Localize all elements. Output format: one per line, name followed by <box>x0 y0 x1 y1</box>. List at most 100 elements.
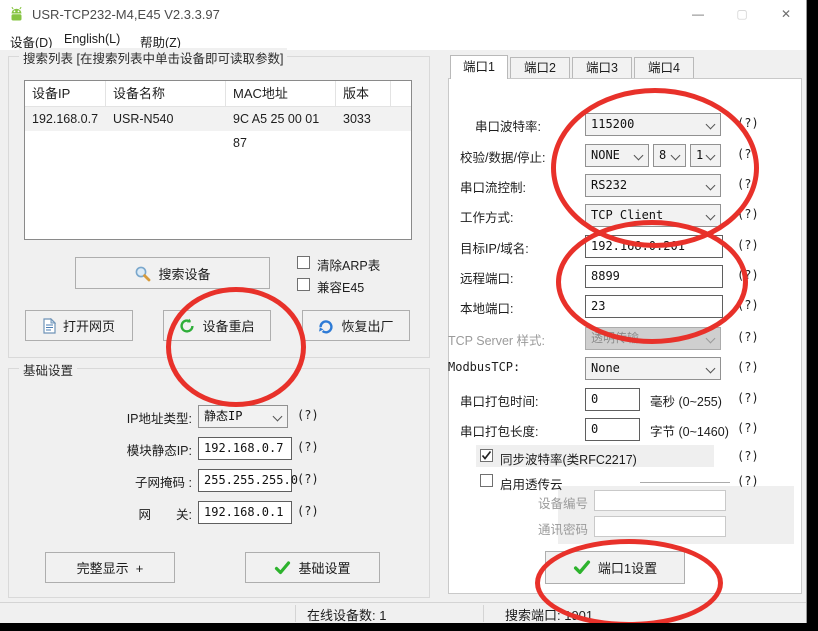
pack-length-unit: 字节 (0~1460) <box>650 421 729 440</box>
device-id-input <box>594 490 726 511</box>
tab-port3[interactable]: 端口3 <box>572 57 632 79</box>
full-display-button[interactable]: 完整显示 + <box>45 552 175 583</box>
local-port-help[interactable]: (?) <box>737 298 759 312</box>
port1-settings-label: 端口1设置 <box>598 558 657 577</box>
ip-type-help[interactable]: (?) <box>297 408 319 422</box>
flow-control-select[interactable]: RS232 <box>585 174 721 197</box>
data-bits-select[interactable]: 8 <box>653 144 686 167</box>
basic-settings-apply-button[interactable]: 基础设置 <box>245 552 380 583</box>
static-ip-help[interactable]: (?) <box>297 440 319 454</box>
sync-baud-help[interactable]: (?) <box>737 449 759 463</box>
document-icon <box>43 318 56 334</box>
flow-control-help[interactable]: (?) <box>737 177 759 191</box>
pack-time-input[interactable]: 0 <box>585 388 640 411</box>
open-webpage-label: 打开网页 <box>63 316 115 335</box>
statusbar-divider <box>483 605 484 622</box>
statusbar-divider <box>295 605 296 622</box>
remote-port-input[interactable]: 8899 <box>585 265 723 288</box>
chevron-down-icon <box>706 151 716 161</box>
subnet-mask-label: 子网掩码 : <box>112 472 192 491</box>
tcp-server-style-select: 透明传输 <box>585 327 721 350</box>
check-icon <box>573 559 591 576</box>
app-logo-icon <box>8 6 25 27</box>
maximize-button: ▢ <box>725 0 759 28</box>
gateway-help[interactable]: (?) <box>297 504 319 518</box>
device-table[interactable]: 设备IP 设备名称 MAC地址 版本 192.168.0.7 USR-N540 … <box>24 80 412 240</box>
work-mode-help[interactable]: (?) <box>737 207 759 221</box>
tcp-server-style-help[interactable]: (?) <box>737 330 759 344</box>
cell-device-ip: 192.168.0.7 <box>25 107 106 131</box>
ip-type-select[interactable]: 静态IP <box>198 405 288 428</box>
parity-select[interactable]: NONE <box>585 144 649 167</box>
cloud-enable-label: 启用透传云 <box>500 474 563 493</box>
search-icon <box>134 265 151 282</box>
basic-settings-apply-label: 基础设置 <box>298 558 350 577</box>
cloud-group-line <box>640 482 730 483</box>
cell-mac: 9C A5 25 00 01 87 <box>226 107 336 131</box>
modbus-tcp-select[interactable]: None <box>585 357 721 380</box>
static-ip-input[interactable]: 192.168.0.7 <box>198 437 292 460</box>
subnet-mask-input[interactable]: 255.255.255.0 <box>198 469 292 492</box>
menu-english[interactable]: English(L) <box>60 31 124 47</box>
col-mac[interactable]: MAC地址 <box>226 81 336 106</box>
search-list-group-title: 搜索列表 [在搜索列表中单击设备即可读取参数] <box>19 48 287 67</box>
remote-port-help[interactable]: (?) <box>737 268 759 282</box>
col-version[interactable]: 版本 <box>336 81 391 106</box>
e45-compat-checkbox[interactable] <box>297 278 310 291</box>
pack-time-help[interactable]: (?) <box>737 391 759 405</box>
search-device-button[interactable]: 搜索设备 <box>75 257 270 289</box>
local-port-input[interactable]: 23 <box>585 295 723 318</box>
local-port-label: 本地端口: <box>460 298 513 317</box>
clear-arp-checkbox[interactable] <box>297 256 310 269</box>
sync-baud-checkbox[interactable] <box>480 449 493 462</box>
baud-rate-help[interactable]: (?) <box>737 116 759 130</box>
factory-reset-button[interactable]: 恢复出厂 <box>302 310 410 341</box>
tab-port1[interactable]: 端口1 <box>450 55 508 79</box>
titlebar: USR-TCP232-M4,E45 V2.3.3.97 — ▢ ✕ <box>0 0 806 28</box>
dest-ip-help[interactable]: (?) <box>737 238 759 252</box>
pack-length-input[interactable]: 0 <box>585 418 640 441</box>
tab-port2[interactable]: 端口2 <box>510 57 570 79</box>
cell-device-name: USR-N540 <box>106 107 226 131</box>
minimize-button[interactable]: — <box>681 0 715 28</box>
cell-version: 3033 <box>336 107 391 131</box>
work-mode-select[interactable]: TCP Client <box>585 204 721 227</box>
col-device-name[interactable]: 设备名称 <box>106 81 226 106</box>
flow-control-label: 串口流控制: <box>460 177 526 196</box>
remote-port-label: 远程端口: <box>460 268 513 287</box>
device-restart-label: 设备重启 <box>202 316 254 335</box>
open-webpage-button[interactable]: 打开网页 <box>25 310 133 341</box>
cloud-enable-help[interactable]: (?) <box>737 474 759 488</box>
search-device-label: 搜索设备 <box>158 264 210 283</box>
subnet-mask-help[interactable]: (?) <box>297 472 319 486</box>
pack-length-help[interactable]: (?) <box>737 421 759 435</box>
pack-length-label: 串口打包长度: <box>460 421 538 440</box>
factory-reset-icon <box>318 318 334 334</box>
port1-settings-button[interactable]: 端口1设置 <box>545 551 685 584</box>
col-device-ip[interactable]: 设备IP <box>25 81 106 106</box>
dest-ip-input[interactable]: 192.168.0.201 <box>585 235 723 258</box>
parity-help[interactable]: (?) <box>737 147 759 161</box>
gateway-input[interactable]: 192.168.0.1 <box>198 501 292 524</box>
device-restart-button[interactable]: 设备重启 <box>163 310 271 341</box>
chevron-down-icon <box>706 211 716 221</box>
e45-compat-label: 兼容E45 <box>317 277 364 296</box>
table-row[interactable]: 192.168.0.7 USR-N540 9C A5 25 00 01 87 3… <box>25 107 411 131</box>
tab-port4[interactable]: 端口4 <box>634 57 694 79</box>
comm-password-input <box>594 516 726 537</box>
modbus-tcp-label: ModbusTCP: <box>448 360 520 374</box>
chevron-down-icon <box>273 412 283 422</box>
cloud-enable-checkbox[interactable] <box>480 474 493 487</box>
baud-rate-select[interactable]: 115200 <box>585 113 721 136</box>
chevron-down-icon <box>634 151 644 161</box>
full-display-label: 完整显示 + <box>77 558 144 577</box>
pack-time-label: 串口打包时间: <box>460 391 538 410</box>
modbus-tcp-help[interactable]: (?) <box>737 360 759 374</box>
chevron-down-icon <box>706 120 716 130</box>
restart-icon <box>179 318 195 334</box>
close-button[interactable]: ✕ <box>769 0 803 28</box>
chevron-down-icon <box>671 151 681 161</box>
work-mode-label: 工作方式: <box>460 207 513 226</box>
stop-bits-select[interactable]: 1 <box>690 144 721 167</box>
clear-arp-label: 清除ARP表 <box>317 255 380 274</box>
